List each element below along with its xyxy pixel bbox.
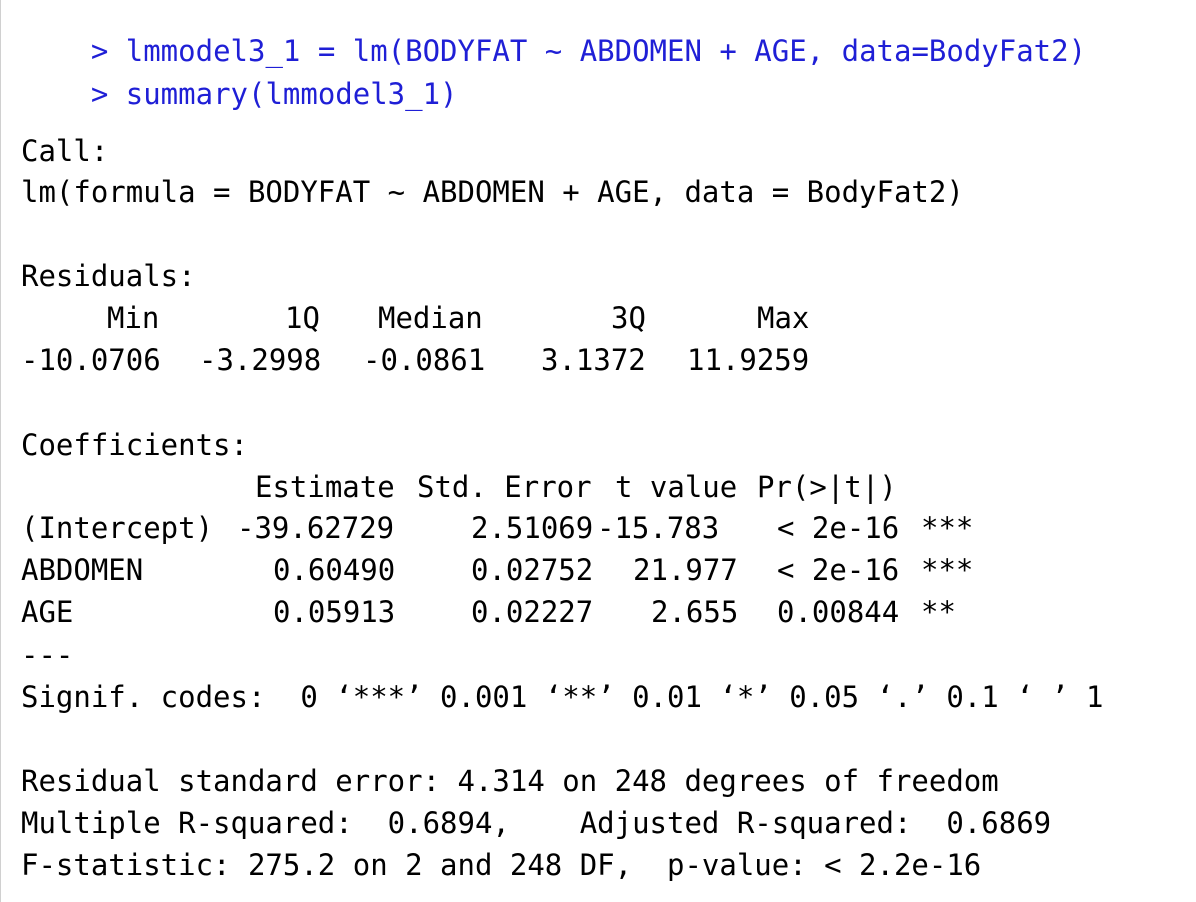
coef-row-std-error: 0.02752 (471, 553, 594, 587)
f-statistic-line: F-statistic: 275.2 on 2 and 248 DF, p-va… (21, 848, 982, 882)
residuals-value-max: 11.9259 (687, 343, 810, 377)
coef-row-t-value: 21.977 (633, 553, 738, 587)
coef-row-estimate: 0.05913 (273, 595, 396, 629)
coef-col-p-value: Pr(>|t|) (757, 470, 897, 504)
residuals-label-max: Max (757, 301, 810, 335)
coef-row-signif: ** (921, 595, 956, 629)
coef-row-signif: *** (921, 553, 974, 587)
residuals-label-min: Min (107, 301, 160, 335)
signif-codes: Signif. codes: 0 ‘***’ 0.001 ‘**’ 0.01 ‘… (21, 680, 1104, 714)
coef-row-t-value: 2.655 (651, 595, 739, 629)
coef-row-p-value: 0.00844 (777, 595, 900, 629)
residuals-header: Residuals: (21, 259, 196, 293)
residuals-label-median: Median (378, 301, 483, 335)
residuals-value-1q: -3.2998 (199, 343, 322, 377)
residuals-label-3q: 3Q (611, 301, 646, 335)
coef-col-estimate: Estimate (255, 470, 395, 504)
residuals-value-3q: 3.1372 (541, 343, 646, 377)
coef-row-name: (Intercept) (21, 511, 214, 545)
coefficients-header: Coefficients: (21, 428, 248, 462)
command-text: summary(lmmodel3_1) (125, 77, 458, 111)
coef-row-signif: *** (921, 511, 974, 545)
r-squared-line: Multiple R-squared: 0.6894, Adjusted R-s… (21, 806, 1052, 840)
coef-row-p-value: < 2e-16 (777, 553, 900, 587)
r-console[interactable]: > lmmodel3_1 = lm(BODYFAT ~ ABDOMEN + AG… (0, 0, 1196, 902)
coef-row-estimate: 0.60490 (273, 553, 396, 587)
coef-row-estimate: -39.62729 (237, 511, 395, 545)
residuals-label-1q: 1Q (285, 301, 320, 335)
residual-standard-error: Residual standard error: 4.314 on 248 de… (21, 764, 999, 798)
console-prompt: > (90, 77, 126, 111)
coef-row-t-value: -15.783 (597, 511, 720, 545)
call-formula: lm(formula = BODYFAT ~ ABDOMEN + AGE, da… (21, 175, 964, 209)
separator-line: --- (21, 638, 74, 672)
residuals-value-min: -10.0706 (21, 343, 161, 377)
coef-row-name: ABDOMEN (21, 553, 144, 587)
coef-col-std-error: Std. Error (417, 470, 592, 504)
coef-row-std-error: 2.51069 (471, 511, 594, 545)
coef-row-name: AGE (21, 595, 74, 629)
coef-row-p-value: < 2e-16 (777, 511, 900, 545)
console-input-line-1: > lmmodel3_1 = lm(BODYFAT ~ ABDOMEN + AG… (21, 8, 1086, 66)
residuals-value-median: -0.0861 (363, 343, 486, 377)
call-header: Call: (21, 134, 109, 168)
console-input-line-2: > summary(lmmodel3_1) (21, 51, 458, 109)
coef-col-t-value: t value (615, 470, 738, 504)
coef-row-std-error: 0.02227 (471, 595, 594, 629)
